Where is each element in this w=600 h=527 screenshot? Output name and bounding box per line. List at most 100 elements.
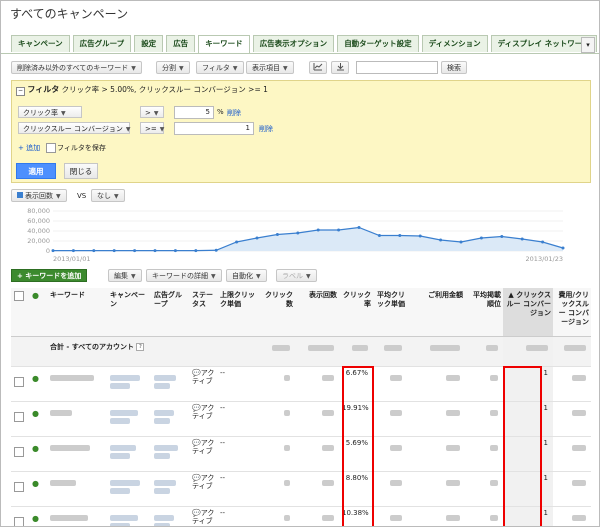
data-point[interactable] xyxy=(214,248,218,252)
data-point[interactable] xyxy=(275,233,279,236)
keyword-details-dropdown[interactable]: キーワードの詳細 ▼ xyxy=(146,269,222,282)
keyword-cell[interactable] xyxy=(47,401,107,437)
max-cpc-cell[interactable]: -- xyxy=(217,471,259,507)
filter-operator-2[interactable]: >= ▼ xyxy=(140,122,164,134)
col-clicks[interactable]: クリック数 xyxy=(259,288,295,337)
help-icon[interactable]: ? xyxy=(136,342,145,351)
col-avg-position[interactable]: 平均掲載順位 xyxy=(465,288,503,337)
data-point[interactable] xyxy=(439,238,443,242)
campaign-cell[interactable] xyxy=(107,471,151,507)
tab-auto-targets[interactable]: 自動ターゲット設定 xyxy=(337,35,419,52)
filter-dropdown[interactable]: フィルタ ▼ xyxy=(196,61,244,74)
data-point[interactable] xyxy=(520,237,524,241)
row-checkbox[interactable] xyxy=(14,446,24,457)
tab-ad-extensions[interactable]: 広告表示オプション xyxy=(252,35,335,52)
chart-metric2-dropdown[interactable]: なし ▼ xyxy=(91,189,125,202)
filter-value-2[interactable]: 1 xyxy=(174,122,254,135)
more-tabs-button[interactable]: ▾ xyxy=(581,37,595,53)
select-all-checkbox[interactable] xyxy=(14,291,24,301)
col-ctr[interactable]: クリック率 xyxy=(339,288,373,337)
data-point[interactable] xyxy=(173,249,177,253)
col-keyword[interactable]: キーワード xyxy=(47,288,107,337)
max-cpc-cell[interactable]: -- xyxy=(217,506,259,526)
data-point[interactable] xyxy=(153,249,157,253)
data-point[interactable] xyxy=(500,235,504,238)
view-filter-dropdown[interactable]: 削除済み以外のすべてのキーワード ▼ xyxy=(11,61,142,74)
tab-campaigns[interactable]: キャンペーン xyxy=(11,35,70,52)
data-point[interactable] xyxy=(479,236,483,240)
row-checkbox[interactable] xyxy=(14,411,24,422)
keyword-cell[interactable] xyxy=(47,436,107,472)
save-filter-checkbox[interactable] xyxy=(46,143,56,153)
search-input[interactable] xyxy=(356,61,438,74)
tab-keywords[interactable]: キーワード xyxy=(198,35,250,54)
speech-bubble-icon[interactable]: 💬 xyxy=(192,509,201,517)
download-icon[interactable] xyxy=(331,61,349,74)
data-point[interactable] xyxy=(357,226,361,229)
tab-ads[interactable]: 広告 xyxy=(166,35,196,52)
data-point[interactable] xyxy=(561,246,565,250)
filter-value-1[interactable]: 5 xyxy=(174,106,214,119)
automate-dropdown[interactable]: 自動化 ▼ xyxy=(226,269,267,282)
keyword-cell[interactable] xyxy=(47,506,107,526)
col-avg-cpc[interactable]: 平均クリック単価 xyxy=(373,288,407,337)
max-cpc-cell[interactable]: -- xyxy=(217,366,259,402)
data-point[interactable] xyxy=(316,228,320,232)
tab-dimensions[interactable]: ディメンション xyxy=(421,35,488,52)
filter-operator-1[interactable]: > ▼ xyxy=(140,106,164,118)
ad-group-cell[interactable] xyxy=(151,401,189,437)
col-ad-group[interactable]: 広告グループ xyxy=(151,288,189,337)
speech-bubble-icon[interactable]: 💬 xyxy=(192,369,201,377)
data-point[interactable] xyxy=(398,234,402,237)
chart-icon[interactable] xyxy=(309,61,327,74)
label-dropdown[interactable]: ラベル ▼ xyxy=(276,269,317,282)
data-point[interactable] xyxy=(112,249,116,253)
chart-metric1-dropdown[interactable]: 表示回数 ▼ xyxy=(11,189,67,202)
ad-group-cell[interactable] xyxy=(151,436,189,472)
data-point[interactable] xyxy=(194,249,198,253)
data-point[interactable] xyxy=(459,240,463,244)
ad-group-cell[interactable] xyxy=(151,366,189,402)
col-cost[interactable]: ご利用金額 xyxy=(407,288,465,337)
data-point[interactable] xyxy=(337,228,341,232)
apply-button[interactable]: 適用 xyxy=(16,163,56,179)
col-cost-per-conversion[interactable]: 費用/クリックスルー コンバージョン xyxy=(553,288,591,337)
data-point[interactable] xyxy=(92,249,96,253)
row-checkbox[interactable] xyxy=(14,481,24,492)
columns-dropdown[interactable]: 表示項目 ▼ xyxy=(246,61,294,74)
col-click-conversions[interactable]: ▲ クリックスルー コンバージョン xyxy=(503,288,553,337)
col-campaign[interactable]: キャンペーン xyxy=(107,288,151,337)
speech-bubble-icon[interactable]: 💬 xyxy=(192,404,201,412)
data-point[interactable] xyxy=(235,240,239,244)
data-point[interactable] xyxy=(255,236,259,240)
speech-bubble-icon[interactable]: 💬 xyxy=(192,439,201,447)
data-point[interactable] xyxy=(51,249,55,253)
data-point[interactable] xyxy=(133,249,137,253)
keyword-cell[interactable] xyxy=(47,471,107,507)
row-checkbox[interactable] xyxy=(14,376,24,387)
add-keyword-button[interactable]: + キーワードを追加 xyxy=(11,269,88,282)
data-point[interactable] xyxy=(296,231,300,235)
campaign-cell[interactable] xyxy=(107,401,151,437)
row-checkbox[interactable] xyxy=(14,516,24,526)
max-cpc-cell[interactable]: -- xyxy=(217,436,259,472)
close-button[interactable]: 閉じる xyxy=(64,163,98,179)
data-point[interactable] xyxy=(377,234,381,237)
edit-dropdown[interactable]: 編集 ▼ xyxy=(108,269,142,282)
campaign-cell[interactable] xyxy=(107,436,151,472)
data-point[interactable] xyxy=(418,234,422,238)
search-button[interactable]: 検索 xyxy=(441,61,467,74)
filter-delete-2[interactable]: 削除 xyxy=(259,124,273,134)
campaign-cell[interactable] xyxy=(107,506,151,526)
campaign-cell[interactable] xyxy=(107,366,151,402)
col-impressions[interactable]: 表示回数 xyxy=(295,288,339,337)
keyword-cell[interactable] xyxy=(47,366,107,402)
col-max-cpc[interactable]: 上限クリック単価 xyxy=(217,288,259,337)
max-cpc-cell[interactable]: -- xyxy=(217,401,259,437)
ad-group-cell[interactable] xyxy=(151,506,189,526)
filter-field-1[interactable]: クリック率 ▼ xyxy=(18,106,82,118)
tab-settings[interactable]: 設定 xyxy=(134,35,164,52)
collapse-icon[interactable]: − xyxy=(16,87,25,96)
segment-dropdown[interactable]: 分割 ▼ xyxy=(156,61,190,74)
filter-field-2[interactable]: クリックスルー コンバージョン ▼ xyxy=(18,122,131,134)
